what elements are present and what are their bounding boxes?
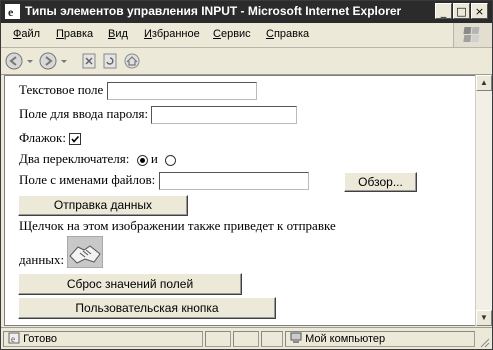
menu-favorites[interactable]: Избранное bbox=[144, 28, 200, 40]
password-field-label: Поле для ввода пароля: bbox=[19, 106, 149, 121]
forward-dropdown-icon[interactable] bbox=[59, 52, 69, 70]
submit-button[interactable]: Отправка данных bbox=[18, 195, 188, 216]
image-submit-row: данных: bbox=[19, 235, 104, 269]
radio-button-1[interactable] bbox=[136, 154, 148, 166]
radio-row: Два переключателя: и bbox=[19, 151, 177, 167]
browse-button[interactable]: Обзор... bbox=[344, 172, 417, 192]
minimize-button[interactable]: _ bbox=[435, 3, 452, 19]
svg-text:e: e bbox=[11, 334, 15, 344]
ie-logo-icon: e bbox=[5, 4, 20, 19]
image-text-line1: Щелчок на этом изображении также приведе… bbox=[19, 218, 336, 233]
custom-button[interactable]: Пользовательская кнопка bbox=[18, 297, 276, 319]
my-computer-icon bbox=[290, 332, 302, 343]
file-field-row: Поле с именами файлов: bbox=[19, 172, 309, 191]
menu-help[interactable]: Справка bbox=[266, 28, 309, 40]
status-text: Готово bbox=[23, 333, 58, 345]
password-input[interactable] bbox=[151, 106, 298, 125]
radio-separator: и bbox=[150, 151, 158, 166]
menu-tools[interactable]: Сервис bbox=[213, 28, 251, 40]
zone-pane: Мой компьютер bbox=[285, 331, 475, 347]
toolbar bbox=[1, 48, 492, 75]
radio-button-2[interactable] bbox=[165, 154, 177, 166]
file-input[interactable] bbox=[158, 172, 309, 191]
text-input[interactable] bbox=[106, 82, 257, 101]
checkmark-icon bbox=[71, 135, 80, 143]
status-bar: e Готово Мой компьютер bbox=[1, 327, 492, 349]
page-icon: e bbox=[8, 332, 20, 344]
status-pane-4 bbox=[261, 331, 283, 347]
maximize-button[interactable]: □ bbox=[453, 3, 470, 19]
checkbox[interactable] bbox=[69, 133, 82, 146]
status-pane: e Готово bbox=[3, 331, 203, 347]
stop-icon[interactable] bbox=[81, 52, 97, 70]
back-dropdown-icon[interactable] bbox=[25, 52, 35, 70]
svg-text:e: e bbox=[8, 5, 14, 19]
menu-view[interactable]: Вид bbox=[108, 28, 128, 40]
text-field-label: Текстовое поле bbox=[19, 82, 104, 97]
home-icon[interactable] bbox=[123, 52, 141, 70]
password-field-row: Поле для ввода пароля: bbox=[19, 106, 298, 125]
back-icon[interactable] bbox=[5, 52, 23, 70]
refresh-icon[interactable] bbox=[102, 52, 118, 70]
reset-button[interactable]: Сброс значений полей bbox=[18, 273, 242, 295]
menu-bar: Файл Правка Вид Избранное Сервис Справка bbox=[1, 23, 492, 48]
page-content: Текстовое поле Поле для ввода пароля: Фл… bbox=[4, 75, 476, 326]
vertical-scrollbar[interactable]: ▲ ▼ bbox=[475, 75, 492, 326]
handshake-icon[interactable] bbox=[66, 235, 104, 269]
checkbox-label: Флажок: bbox=[19, 130, 66, 145]
title-bar: e Типы элементов управления INPUT - Micr… bbox=[1, 1, 492, 23]
scroll-up-icon[interactable]: ▲ bbox=[476, 75, 492, 91]
close-button[interactable]: × bbox=[471, 3, 488, 19]
browser-window: e Типы элементов управления INPUT - Micr… bbox=[0, 0, 493, 350]
windows-logo-icon bbox=[453, 23, 492, 47]
zone-text: Мой компьютер bbox=[305, 333, 386, 345]
checkbox-row: Флажок: bbox=[19, 130, 82, 146]
radio-label: Два переключателя: bbox=[19, 151, 130, 166]
menu-edit[interactable]: Правка bbox=[56, 28, 93, 40]
forward-icon[interactable] bbox=[39, 52, 57, 70]
status-pane-3 bbox=[233, 331, 259, 347]
scroll-down-icon[interactable]: ▼ bbox=[476, 310, 492, 326]
window-title: Типы элементов управления INPUT - Micros… bbox=[25, 4, 402, 18]
menu-file[interactable]: Файл bbox=[13, 28, 40, 40]
text-field-row: Текстовое поле bbox=[19, 82, 257, 101]
image-text-line2: данных: bbox=[19, 252, 65, 267]
status-pane-2 bbox=[205, 331, 231, 347]
file-field-label: Поле с именами файлов: bbox=[19, 172, 156, 187]
resize-grip-icon[interactable] bbox=[478, 336, 490, 348]
